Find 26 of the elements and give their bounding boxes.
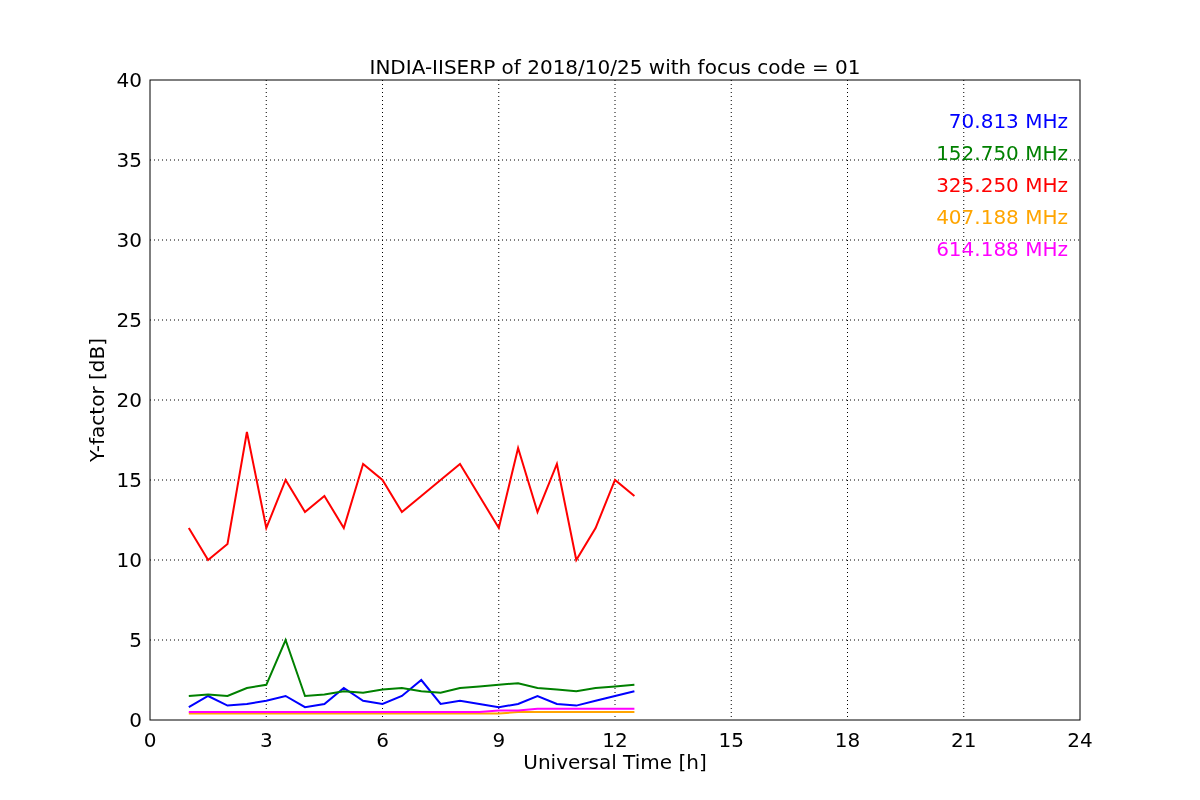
tick-label: 10 <box>116 548 142 572</box>
legend-label: 325.250 MHz <box>936 173 1068 197</box>
legend-label: 152.750 MHz <box>936 141 1068 165</box>
tick-label: 21 <box>951 728 977 752</box>
tick-label: 6 <box>376 728 389 752</box>
x-axis-label: Universal Time [h] <box>523 750 707 774</box>
tick-label: 0 <box>129 708 142 732</box>
tick-label: 25 <box>116 308 142 332</box>
tick-label: 40 <box>116 68 142 92</box>
legend-label: 407.188 MHz <box>936 205 1068 229</box>
legend-label: 614.188 MHz <box>936 237 1068 261</box>
tick-label: 20 <box>116 388 142 412</box>
tick-label: 30 <box>116 228 142 252</box>
tick-label: 0 <box>143 728 157 752</box>
tick-label: 35 <box>116 148 142 172</box>
tick-label: 24 <box>1067 728 1093 752</box>
tick-label: 9 <box>492 728 506 752</box>
tick-label: 5 <box>129 628 142 652</box>
tick-label: 18 <box>834 728 861 752</box>
tick-label: 15 <box>718 728 744 752</box>
chart-title: INDIA-IISERP of 2018/10/25 with focus code = 01 <box>369 55 861 79</box>
tick-label: 12 <box>602 728 628 752</box>
tick-label: 3 <box>259 728 273 752</box>
legend-label: 70.813 MHz <box>948 109 1068 133</box>
tick-label: 15 <box>116 468 142 492</box>
y-axis-label: Y-factor [dB] <box>85 338 109 462</box>
